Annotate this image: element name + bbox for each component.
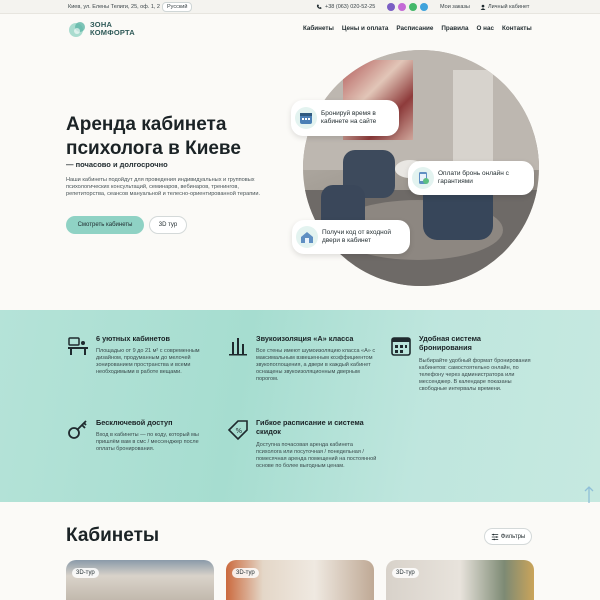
nav-cabinets[interactable]: Кабинеты [303, 25, 334, 32]
feature-title: Бесключевой доступ [96, 418, 173, 427]
phone-link[interactable]: +38 (063) 020-52-25 [316, 4, 375, 10]
feature-title: 6 уютных кабинетов [96, 334, 170, 343]
feature-text: Вход в кабинеты — по коду, который мы пр… [96, 432, 199, 453]
cabinets-title: Кабинеты [66, 525, 160, 546]
top-bar: Киев, ул. Елены Телиги, 25, оф. 1, 2 Рус… [0, 0, 600, 14]
nav-rules[interactable]: Правила [441, 25, 468, 32]
desk-icon [68, 337, 88, 355]
hero-title: Аренда кабинета психолога в Киеве [66, 114, 241, 159]
tip-pay-text: Оплати бронь онлайн с гарантиями [438, 170, 509, 185]
logo-text: ЗОНА КОМФОРТА [90, 21, 135, 37]
feature-booking: Удобная система бронирования Выбирайте у… [389, 334, 539, 404]
header: ЗОНА КОМФОРТА Кабинеты Цены и оплата Рас… [0, 14, 600, 48]
svg-text:%: % [236, 427, 243, 435]
my-orders-link[interactable]: Мои заказы [440, 4, 470, 10]
messenger-icon[interactable] [398, 3, 406, 11]
filters-button[interactable]: Фильтры [484, 528, 532, 545]
hero-subtitle: — почасово и долгосрочно [66, 160, 168, 169]
feature-text: Площадью от 9 до 21 м² с современным диз… [96, 348, 200, 376]
3d-tour-badge[interactable]: 3D-тур [232, 568, 259, 578]
tip-book-online: Бронируй время в кабинете на сайте [291, 100, 399, 136]
phone-payment-icon [412, 167, 434, 189]
messenger-links [387, 3, 428, 11]
feature-text: Выбирайте удобный формат бронирования ка… [419, 358, 531, 393]
feature-schedule-discounts: % Гибкое расписание и система скидок Дос… [226, 418, 376, 488]
logo-mark-icon [69, 22, 85, 37]
filter-icon [491, 533, 498, 540]
feature-cabinets: 6 уютных кабинетов Площадью от 9 до 21 м… [66, 334, 216, 394]
user-icon [480, 4, 486, 10]
cabinet-card[interactable]: 3D-тур [66, 560, 214, 600]
whatsapp-icon[interactable] [409, 3, 417, 11]
feature-title: Гибкое расписание и система скидок [256, 418, 364, 436]
house-icon [296, 226, 318, 248]
3d-tour-button[interactable]: 3D тур [149, 216, 187, 234]
feature-text: Доступна почасовая аренда кабинета психо… [256, 442, 377, 470]
main-nav: Кабинеты Цены и оплата Расписание Правил… [303, 25, 532, 32]
key-icon [68, 420, 87, 439]
feature-title: Удобная система бронирования [419, 334, 481, 352]
filters-label: Фильтры [500, 533, 526, 540]
cabinet-card[interactable]: 3D-тур [226, 560, 374, 600]
personal-cabinet-label: Личный кабинет [488, 4, 530, 10]
3d-tour-badge[interactable]: 3D-тур [72, 568, 99, 578]
feature-soundproof: Звукоизоляция «А» класса Все стены имеют… [226, 334, 376, 404]
3d-tour-badge[interactable]: 3D-тур [392, 568, 419, 578]
hero-description: Наши кабинеты подойдут для проведения ин… [66, 177, 261, 198]
soundwave-icon [229, 338, 247, 356]
cabinet-card[interactable]: 3D-тур [386, 560, 534, 600]
tip-book-text: Бронируй время в кабинете на сайте [321, 110, 377, 125]
nav-contacts[interactable]: Контакты [502, 25, 532, 32]
address: Киев, ул. Елены Телиги, 25, оф. 1, 2 [68, 4, 160, 10]
nav-prices[interactable]: Цены и оплата [342, 25, 388, 32]
tip-door-code: Получи код от входной двери в кабинет [292, 220, 410, 254]
language-select[interactable]: Русский [162, 2, 193, 12]
viber-icon[interactable] [387, 3, 395, 11]
personal-cabinet-link[interactable]: Личный кабинет [480, 4, 529, 10]
nav-about[interactable]: О нас [477, 25, 494, 32]
logo-line-2: КОМФОРТА [90, 28, 135, 37]
feature-title: Звукоизоляция «А» класса [256, 334, 354, 343]
logo[interactable]: ЗОНА КОМФОРТА [68, 19, 135, 39]
discount-tag-icon: % [227, 420, 248, 441]
phone-icon [316, 4, 322, 9]
feature-keyless: Бесключевой доступ Вход в кабинеты — по … [66, 418, 216, 468]
telegram-icon[interactable] [420, 3, 428, 11]
tip-pay-online: Оплати бронь онлайн с гарантиями [408, 161, 534, 195]
view-cabinets-button[interactable]: Смотреть кабинеты [66, 216, 144, 234]
scroll-up-icon[interactable] [584, 486, 594, 504]
nav-schedule[interactable]: Расписание [396, 25, 433, 32]
phone-number: +38 (063) 020-52-25 [325, 4, 376, 10]
calendar-grid-icon [391, 337, 411, 356]
feature-text: Все стены имеют шумоизоляцию класса «А» … [256, 348, 376, 383]
calendar-icon [295, 107, 317, 129]
tip-code-text: Получи код от входной двери в кабинет [322, 229, 391, 244]
